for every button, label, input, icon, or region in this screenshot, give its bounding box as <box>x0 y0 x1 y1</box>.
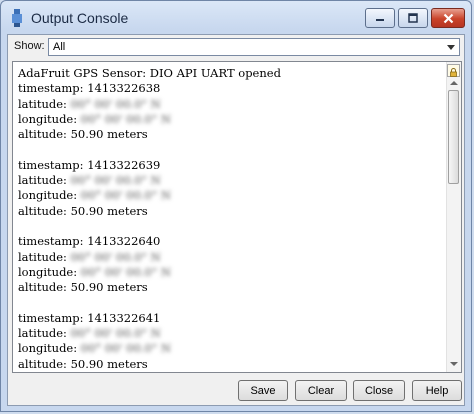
redacted-latitude: 00° 00' 00.0" N <box>70 96 161 111</box>
scrollbar-thumb[interactable] <box>448 90 459 184</box>
maximize-button[interactable] <box>398 8 428 28</box>
log-altitude: 50.90 meters <box>70 356 148 371</box>
lock-icon <box>450 68 457 77</box>
close-window-button[interactable] <box>431 8 465 28</box>
redacted-latitude: 00° 00' 00.0" N <box>70 173 161 188</box>
close-icon <box>443 13 453 23</box>
maximize-icon <box>408 13 418 23</box>
log-timestamp: 1413322640 <box>87 234 161 249</box>
minimize-icon <box>376 19 384 21</box>
minimize-button[interactable] <box>365 8 395 28</box>
chevron-down-icon <box>447 45 455 50</box>
output-log: AdaFruit GPS Sensor: DIO API UART opened… <box>18 66 281 371</box>
scroll-lock-button[interactable] <box>447 64 460 77</box>
show-filter-label: Show: <box>14 40 45 52</box>
redacted-latitude: 00° 00' 00.0" N <box>70 326 161 341</box>
clear-button[interactable]: Clear <box>295 380 347 401</box>
output-console-window: Output Console Show: All AdaFruit GPS Se… <box>0 0 472 412</box>
scroll-up-arrow-icon[interactable] <box>450 81 458 85</box>
log-altitude: 50.90 meters <box>70 203 148 218</box>
show-filter-value: All <box>53 41 66 53</box>
show-filter-select[interactable]: All <box>48 38 460 56</box>
log-header: AdaFruit GPS Sensor: DIO API UART opened <box>18 66 281 80</box>
log-timestamp: 1413322638 <box>87 81 161 96</box>
output-text-area[interactable]: AdaFruit GPS Sensor: DIO API UART opened… <box>12 61 462 373</box>
redacted-longitude: 00° 00' 00.0" N <box>80 188 171 203</box>
close-button[interactable]: Close <box>353 380 405 401</box>
help-button[interactable]: Help <box>412 380 462 401</box>
save-button[interactable]: Save <box>238 380 288 401</box>
log-altitude: 50.90 meters <box>70 127 148 142</box>
redacted-latitude: 00° 00' 00.0" N <box>70 249 161 264</box>
app-icon <box>12 9 22 27</box>
window-title: Output Console <box>31 10 129 26</box>
log-altitude: 50.90 meters <box>70 280 148 295</box>
scroll-down-arrow-icon[interactable] <box>450 362 458 366</box>
redacted-longitude: 00° 00' 00.0" N <box>80 341 171 356</box>
vertical-scrollbar[interactable] <box>446 62 461 372</box>
console-panel: Show: All AdaFruit GPS Sensor: DIO API U… <box>7 34 465 406</box>
log-timestamp: 1413322639 <box>87 157 161 172</box>
log-timestamp: 1413322641 <box>87 310 161 325</box>
title-bar[interactable]: Output Console <box>1 1 471 35</box>
redacted-longitude: 00° 00' 00.0" N <box>80 264 171 279</box>
redacted-longitude: 00° 00' 00.0" N <box>80 111 171 126</box>
